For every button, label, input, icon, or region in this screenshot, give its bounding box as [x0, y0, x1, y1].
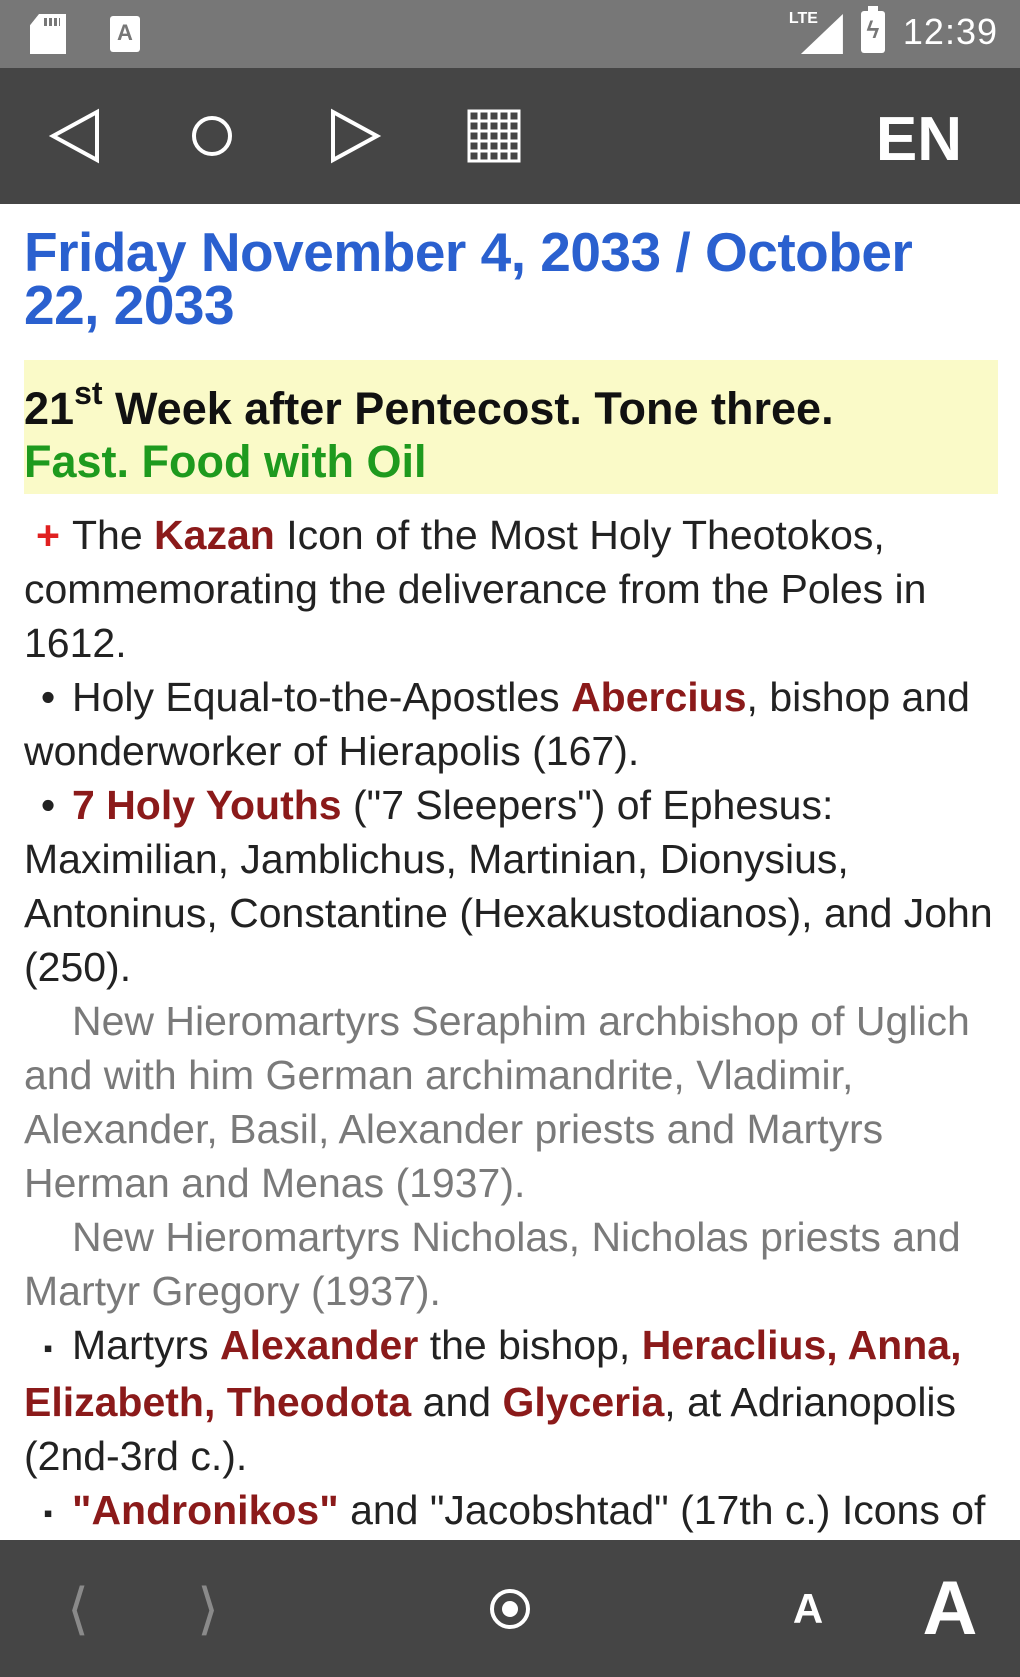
status-time: 12:39: [902, 11, 998, 52]
list-item: New Hieromartyrs Seraphim archbishop of …: [24, 998, 970, 1206]
status-bar: A LTE ϟ 12:39: [0, 0, 1020, 68]
calendar-grid-icon[interactable]: [462, 68, 526, 204]
bottom-bar: ⟨ ⟩ A A: [0, 1540, 1020, 1677]
bullet-icon: •: [40, 674, 56, 720]
square-bullet-icon: ▪: [43, 1498, 53, 1529]
language-button[interactable]: EN: [876, 104, 962, 175]
signal-icon: LTE: [789, 8, 843, 56]
saint-link[interactable]: "Andronikos": [72, 1487, 339, 1533]
font-larger-icon[interactable]: A: [910, 1540, 990, 1677]
fast-info: Fast. Food with Oil: [24, 436, 427, 487]
list-item: + The Kazan Icon of the Most Holy Theotok…: [24, 508, 1000, 670]
saint-link[interactable]: 7 Holy Youths: [72, 782, 342, 828]
list-item: ▪ Martyrs Alexander the bishop, Heraclius…: [24, 1322, 962, 1480]
prev-chevron-icon[interactable]: ⟨: [50, 1540, 106, 1677]
today-target-icon[interactable]: [480, 1540, 540, 1677]
saint-link[interactable]: Alexander: [220, 1322, 418, 1368]
back-triangle-icon[interactable]: [36, 68, 114, 204]
next-chevron-icon[interactable]: ⟩: [180, 1540, 236, 1677]
a-notification-icon: A: [110, 16, 140, 52]
list-item: • 7 Holy Youths ("7 Sleepers") of Ephesus…: [24, 778, 1000, 994]
list-item: ▪ "Andronikos" and "Jacobshtad" (17th c.)…: [24, 1483, 1000, 1540]
sd-card-icon: [30, 14, 66, 54]
week-line: 21st Week after Pentecost. Tone three.: [24, 375, 834, 434]
bullet-icon: •: [40, 782, 56, 828]
font-smaller-icon[interactable]: A: [780, 1540, 836, 1677]
battery-charging-icon: ϟ: [860, 6, 885, 53]
list-item: • Holy Equal-to-the-Apostles Abercius, bi…: [24, 670, 1000, 778]
saint-link[interactable]: Kazan: [154, 512, 275, 558]
square-bullet-icon: ▪: [43, 1333, 53, 1364]
saint-link[interactable]: Abercius: [571, 674, 746, 720]
list-item: New Hieromartyrs Nicholas, Nicholas prie…: [24, 1214, 961, 1314]
week-info-box: 21st Week after Pentecost. Tone three. F…: [24, 360, 998, 494]
saints-list: + The Kazan Icon of the Most Holy Theotok…: [24, 508, 1000, 1540]
forward-triangle-icon[interactable]: [316, 68, 394, 204]
day-content: Friday November 4, 2033 / October 22, 20…: [24, 204, 1000, 1540]
toolbar: EN: [0, 68, 1020, 204]
feast-cross-icon: +: [36, 512, 60, 558]
saint-link[interactable]: Glyceria: [502, 1379, 664, 1425]
home-circle-icon[interactable]: [176, 68, 248, 204]
date-title: Friday November 4, 2033 / October 22, 20…: [24, 221, 913, 336]
